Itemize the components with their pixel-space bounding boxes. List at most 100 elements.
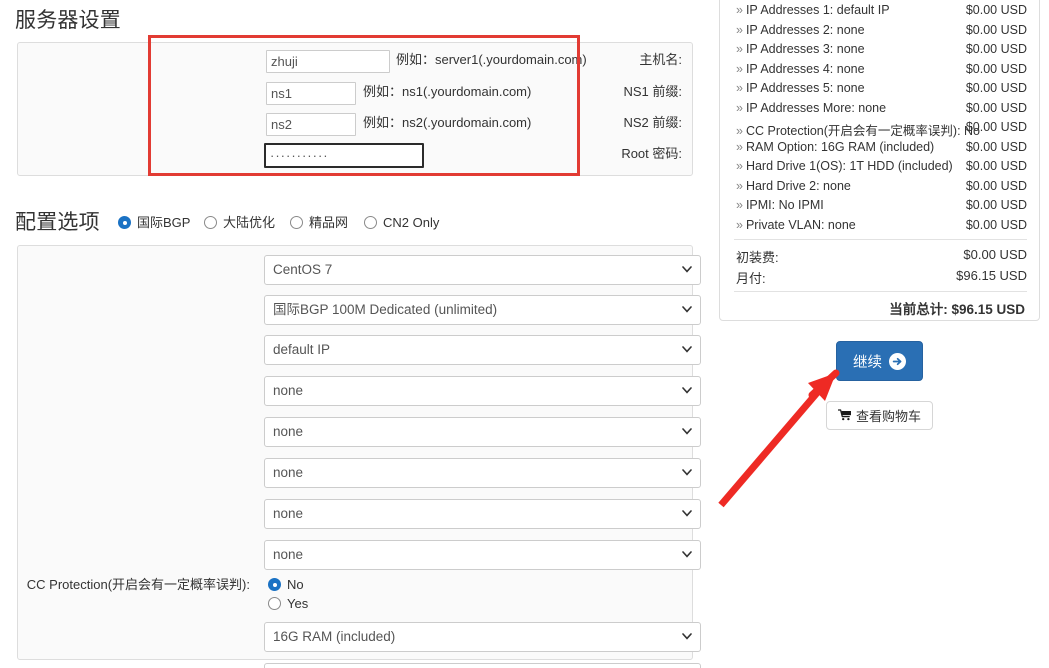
form-row-ip2: IP Addresses 2: none	[18, 376, 701, 406]
hostname-input[interactable]	[266, 50, 390, 73]
ip1-select-wrapper: default IP	[264, 335, 701, 365]
os-select[interactable]: CentOS 7	[264, 255, 701, 285]
ns2-prefix-input[interactable]	[266, 113, 356, 136]
radio-label: Yes	[287, 596, 309, 611]
server-settings-heading: 服务器设置	[15, 9, 121, 32]
summary-line-item: » Hard Drive 2: none $0.00 USD	[720, 179, 1041, 199]
cc-protection-option-no[interactable]: No	[268, 577, 304, 593]
chevron-right-icon: »	[736, 22, 743, 37]
form-row-ip4: IP Addresses 4: none	[18, 458, 701, 488]
chevron-right-icon: »	[736, 159, 743, 173]
form-row-cc-protection: CC Protection(开启会有一定概率误判): No Yes	[18, 576, 692, 616]
view-cart-label: 查看购物车	[855, 409, 921, 424]
radio-option-international-bgp[interactable]: 国际BGP	[118, 215, 190, 231]
summary-item-name: IP Addresses 5: none	[745, 81, 865, 95]
summary-line-item: » IP Addresses More: none $0.00 USD	[720, 101, 1041, 121]
summary-item-name: IPMI: No IPMI	[745, 198, 824, 212]
annotation-red-arrow	[718, 369, 840, 508]
form-row-bandwidth: 带宽选择: 国际BGP 100M Dedicated (unlimited)	[18, 295, 701, 325]
arrow-right-circle-icon	[889, 352, 906, 370]
summary-line-item: » IP Addresses 4: none $0.00 USD	[720, 62, 1041, 82]
ip-addresses-1-select[interactable]: default IP	[264, 335, 701, 365]
summary-item-price: $0.00 USD	[965, 139, 1027, 154]
radio-dot-icon	[290, 216, 303, 229]
summary-item-name: Private VLAN: none	[745, 217, 856, 232]
form-row-ip3: IP Addresses 3: none	[18, 417, 701, 447]
form-row-ip1: IP Addresses 1: default IP	[18, 335, 701, 365]
radio-label: 精品网	[309, 215, 349, 230]
radio-dot-icon	[204, 216, 217, 229]
ip5-select-wrapper: none	[264, 499, 701, 529]
summary-item-name: IP Addresses 1: default IP	[745, 3, 890, 17]
ip-addresses-2-select[interactable]: none	[264, 376, 701, 406]
order-summary-panel: » IP Addresses 1: default IP $0.00 USD » I…	[719, 0, 1040, 321]
bandwidth-select-wrapper: 国际BGP 100M Dedicated (unlimited)	[264, 295, 701, 325]
radio-option-mainland-optimized[interactable]: 大陆优化	[204, 215, 275, 231]
hostname-hint: 例如：server1(.yourdomain.com)	[396, 52, 587, 67]
next-option-select-wrapper-partial	[264, 663, 701, 668]
view-cart-button[interactable]: 查看购物车	[826, 401, 933, 430]
summary-line-item: » IP Addresses 1: default IP $0.00 USD	[720, 3, 1041, 23]
continue-button-label: 继续	[853, 354, 882, 371]
summary-item-price: $0.00 USD	[965, 42, 1027, 56]
summary-item-price: $0.00 USD	[965, 198, 1027, 212]
form-row-root-password: Root 密码:	[18, 143, 692, 185]
radio-label: No	[287, 577, 304, 592]
radio-dot-icon	[268, 578, 281, 591]
summary-line-item: » IP Addresses 5: none $0.00 USD	[720, 81, 1041, 101]
config-options-panel: 运行环境: CentOS 7 带宽选择: 国际BGP 100M Dedicate…	[17, 245, 701, 668]
radio-option-premium-network[interactable]: 精品网	[290, 215, 348, 231]
ns1-prefix-input[interactable]	[266, 82, 356, 105]
bandwidth-select[interactable]: 国际BGP 100M Dedicated (unlimited)	[264, 295, 701, 325]
setup-fee-value: $0.00 USD	[963, 247, 1027, 262]
os-select-wrapper: CentOS 7	[264, 255, 701, 285]
radio-label: CN2 Only	[383, 215, 440, 230]
monthly-fee-value: $96.15 USD	[956, 268, 1027, 283]
setup-fee-label: 初装费:	[736, 250, 779, 265]
summary-item-name: Hard Drive 1(OS): 1T HDD (included)	[745, 159, 953, 173]
ip-addresses-5-select[interactable]: none	[264, 499, 701, 529]
radio-option-cn2-only[interactable]: CN2 Only	[364, 215, 439, 231]
ip-addresses-more-select[interactable]: none	[264, 540, 701, 570]
config-options-heading: 配置选项	[15, 211, 100, 234]
summary-item-price: $0.00 USD	[965, 100, 1027, 115]
ip-addresses-4-select[interactable]: none	[264, 458, 701, 488]
radio-dot-icon	[268, 597, 281, 610]
chevron-right-icon: »	[736, 42, 743, 56]
ram-option-select[interactable]: 16G RAM (included)	[264, 622, 701, 652]
summary-line-item: » RAM Option: 16G RAM (included) $0.00 US…	[720, 140, 1041, 160]
summary-item-price: $0.00 USD	[965, 178, 1027, 193]
divider	[734, 239, 1027, 240]
ip-more-select-wrapper: none	[264, 540, 701, 570]
summary-item-name: Hard Drive 2: none	[745, 178, 851, 193]
ip-addresses-3-select[interactable]: none	[264, 417, 701, 447]
radio-label: 大陆优化	[223, 215, 276, 230]
ip2-select-wrapper: none	[264, 376, 701, 406]
summary-line-item: » IP Addresses 3: none $0.00 USD	[720, 42, 1041, 62]
chevron-right-icon: »	[736, 81, 743, 95]
summary-item-price: $0.00 USD	[965, 217, 1027, 232]
chevron-right-icon: »	[736, 178, 743, 193]
server-settings-panel: 主机名: 例如：server1(.yourdomain.com) NS1 前缀:…	[17, 42, 693, 176]
next-option-select[interactable]	[264, 663, 701, 668]
summary-item-price: $0.00 USD	[965, 61, 1027, 76]
root-password-input[interactable]	[264, 143, 424, 168]
radio-dot-icon	[364, 216, 377, 229]
summary-item-name: IP Addresses More: none	[745, 100, 887, 115]
root-password-label: Root 密码:	[621, 146, 682, 161]
summary-item-price: $0.00 USD	[965, 22, 1027, 37]
form-row-os: 运行环境: CentOS 7	[18, 255, 701, 285]
summary-item-name: IP Addresses 2: none	[745, 22, 865, 37]
form-row-ram-option: RAM Option: 16G RAM (included)	[18, 622, 701, 652]
summary-item-price: $0.00 USD	[965, 3, 1027, 17]
chevron-right-icon: »	[736, 217, 743, 232]
summary-line-item: » IPMI: No IPMI $0.00 USD	[720, 198, 1041, 218]
shopping-cart-icon	[837, 408, 852, 423]
cc-protection-label: CC Protection(开启会有一定概率误判):	[26, 577, 250, 592]
continue-button[interactable]: 继续	[836, 341, 923, 381]
summary-line-item: » Hard Drive 1(OS): 1T HDD (included) $0.…	[720, 159, 1041, 179]
ip4-select-wrapper: none	[264, 458, 701, 488]
summary-item-price: $0.00 USD	[965, 81, 1027, 95]
cc-protection-option-yes[interactable]: Yes	[268, 596, 308, 612]
radio-dot-icon	[118, 216, 131, 229]
